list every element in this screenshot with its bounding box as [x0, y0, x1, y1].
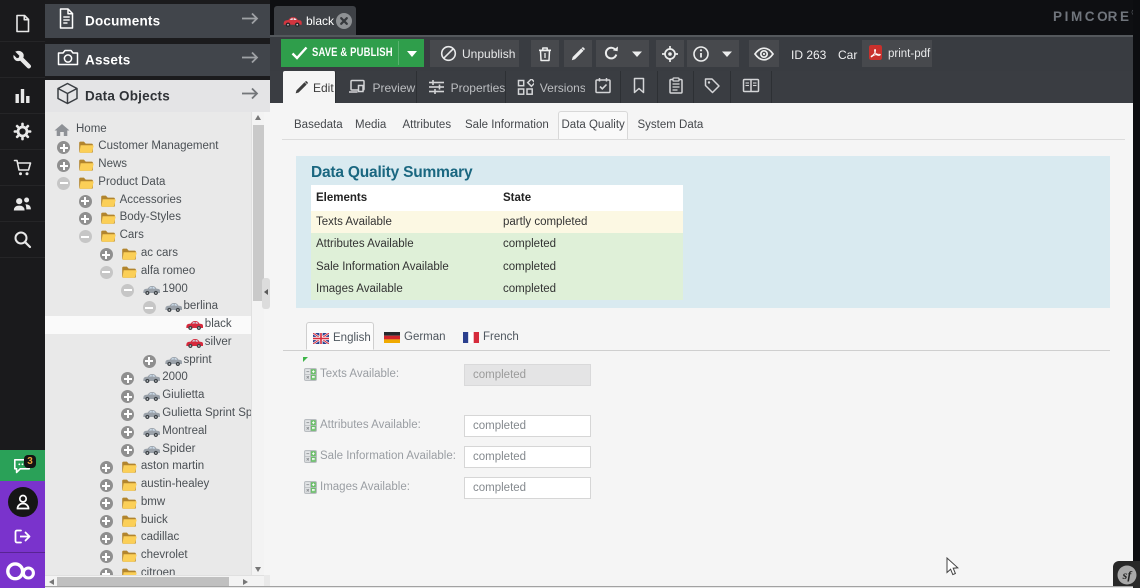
svg-text:sf: sf — [1122, 568, 1133, 582]
